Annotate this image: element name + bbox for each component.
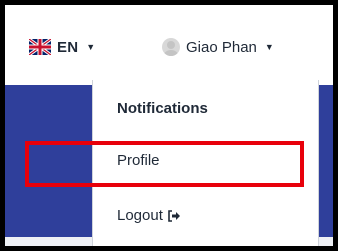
- user-menu-toggle[interactable]: Giao Phan ▼: [162, 36, 274, 58]
- logout-icon: [168, 209, 180, 222]
- menu-item-profile[interactable]: Profile: [117, 152, 160, 169]
- menu-item-label: Logout: [117, 207, 163, 224]
- user-dropdown-menu: Notifications Profile Logout: [92, 80, 319, 246]
- menu-item-label: Profile: [117, 152, 160, 169]
- user-name: Giao Phan: [186, 38, 257, 56]
- language-code: EN: [57, 38, 79, 56]
- uk-flag-icon: [29, 39, 51, 55]
- menu-item-label: Notifications: [117, 100, 208, 117]
- user-avatar-icon: [162, 38, 180, 56]
- caret-down-icon: ▼: [86, 42, 96, 52]
- language-selector[interactable]: EN ▼: [29, 37, 95, 57]
- menu-item-logout[interactable]: Logout: [117, 207, 181, 224]
- menu-item-notifications[interactable]: Notifications: [117, 100, 208, 117]
- caret-down-icon: ▼: [264, 42, 274, 52]
- top-navbar: EN ▼ Giao Phan ▼: [5, 5, 333, 85]
- screenshot-frame: EN ▼ Giao Phan ▼ Notifications Profile L…: [5, 5, 333, 246]
